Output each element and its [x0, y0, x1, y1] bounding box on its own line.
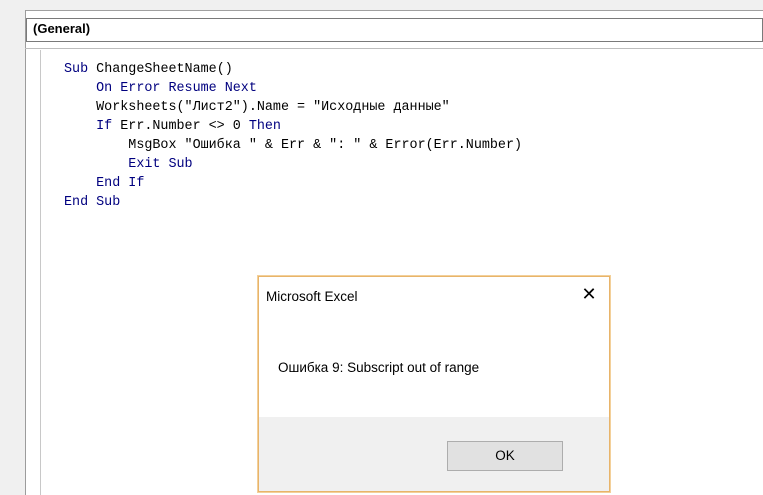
object-dropdown[interactable]: (General)	[26, 18, 763, 42]
code-keyword: End If	[64, 176, 145, 191]
code-text: Worksheets("Лист2").Name = "Исходные дан…	[64, 100, 450, 115]
dialog-title: Microsoft Excel	[266, 289, 358, 304]
code-editor[interactable]: Sub ChangeSheetName() On Error Resume Ne…	[64, 60, 763, 212]
error-message: Ошибка 9: Subscript out of range	[278, 360, 480, 375]
msgbox-dialog: Microsoft Excel ✕ Ошибка 9: Subscript ou…	[258, 276, 610, 492]
code-keyword: On Error Resume Next	[64, 81, 257, 96]
code-pane-top-divider	[25, 48, 763, 49]
close-icon[interactable]: ✕	[575, 281, 603, 309]
code-line[interactable]: Worksheets("Лист2").Name = "Исходные дан…	[64, 98, 763, 117]
code-line[interactable]: If Err.Number <> 0 Then	[64, 117, 763, 136]
object-dropdown-value: (General)	[33, 21, 91, 36]
code-text: ChangeSheetName()	[96, 62, 233, 77]
code-line[interactable]: On Error Resume Next	[64, 79, 763, 98]
code-line[interactable]: End If	[64, 174, 763, 193]
code-line[interactable]: MsgBox "Ошибка " & Err & ": " & Error(Er…	[64, 136, 763, 155]
code-keyword: End Sub	[64, 195, 121, 210]
code-line[interactable]: End Sub	[64, 193, 763, 212]
dialog-button-bar: OK	[259, 417, 609, 491]
code-keyword: Then	[248, 119, 281, 134]
code-line[interactable]: Exit Sub	[64, 155, 763, 174]
code-line[interactable]: Sub ChangeSheetName()	[64, 60, 763, 79]
code-keyword: Sub	[64, 62, 97, 77]
ok-button[interactable]: OK	[447, 441, 563, 471]
project-pane-edge	[0, 10, 26, 495]
code-keyword: If	[64, 119, 121, 134]
window-top-border	[0, 0, 763, 11]
code-text: Err.Number <> 0	[120, 119, 249, 134]
code-keyword: Exit Sub	[64, 157, 193, 172]
margin-indicator-bar	[40, 50, 41, 495]
vba-editor-window: (General) Sub ChangeSheetName() On Error…	[0, 0, 763, 495]
code-text: MsgBox "Ошибка " & Err & ": " & Error(Er…	[64, 138, 523, 153]
